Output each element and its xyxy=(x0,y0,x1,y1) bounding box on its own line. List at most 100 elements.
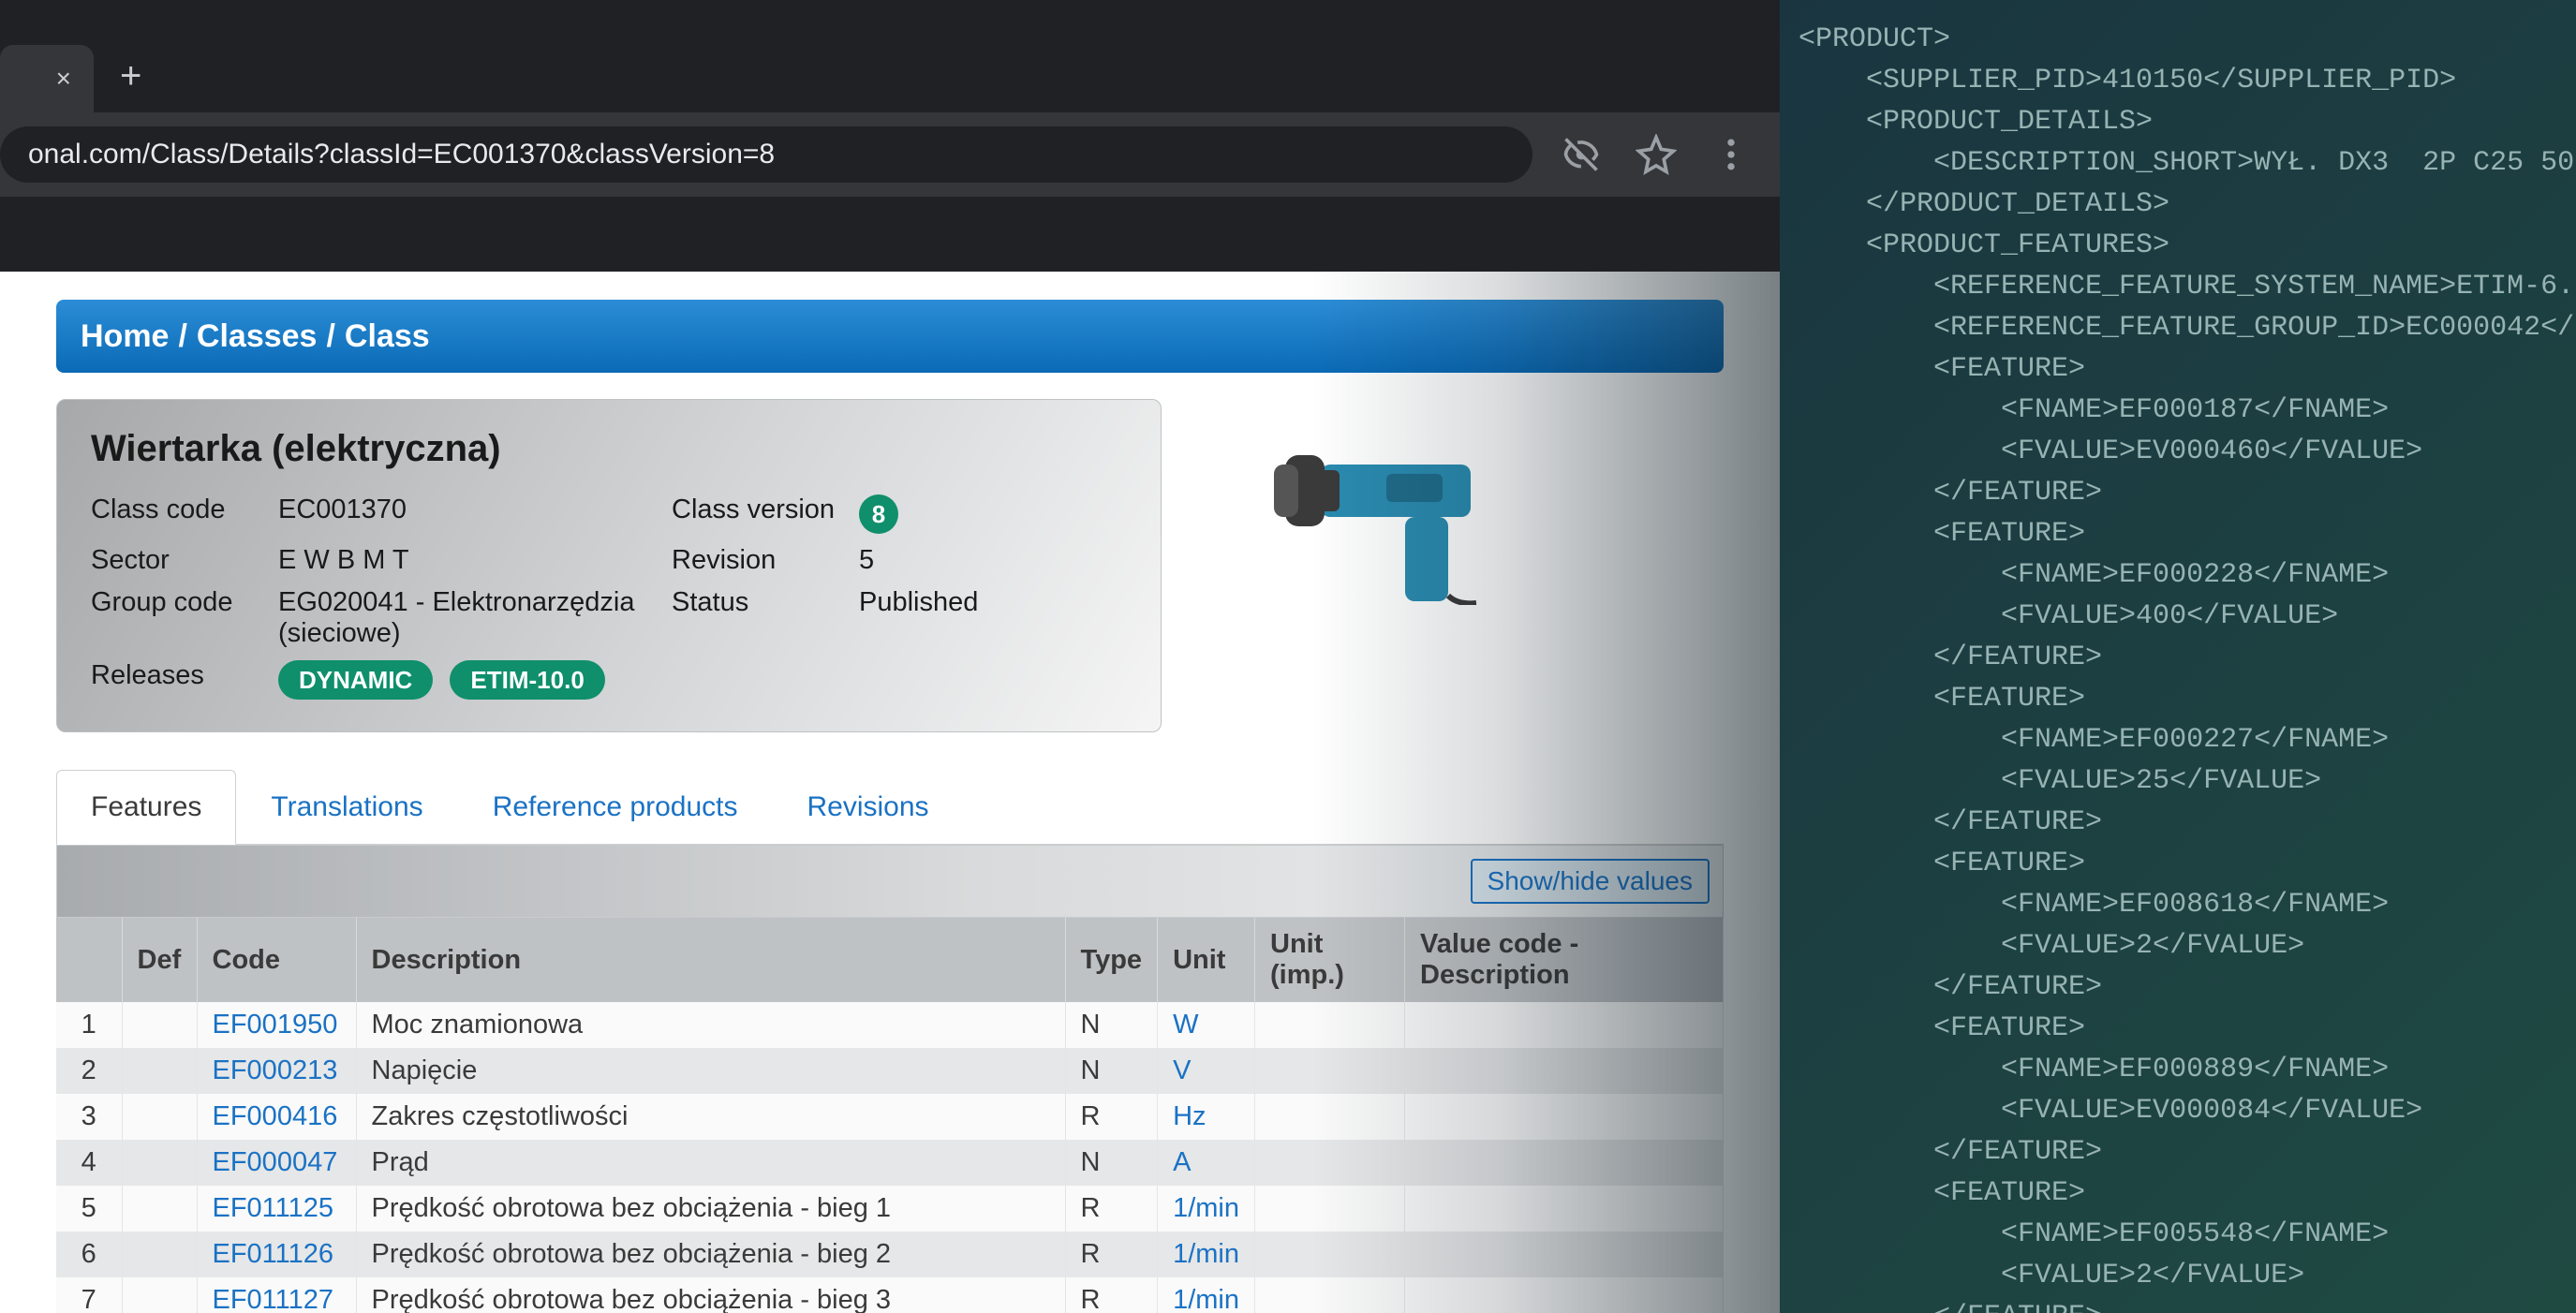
cell-value-desc xyxy=(1405,1094,1724,1140)
cell-unit-imp xyxy=(1255,1094,1405,1140)
value-class-code: EC001370 xyxy=(278,494,672,534)
close-icon[interactable]: × xyxy=(56,64,71,94)
tab-translations[interactable]: Translations xyxy=(236,770,457,844)
cell-code: EF011127 xyxy=(197,1277,356,1313)
cell-value-desc xyxy=(1405,1277,1724,1313)
table-toolbar: Show/hide values xyxy=(56,845,1724,918)
unit-link[interactable]: W xyxy=(1173,1010,1198,1040)
cell-unit-imp xyxy=(1255,1002,1405,1048)
cell-code: EF011126 xyxy=(197,1232,356,1277)
feature-code-link[interactable]: EF000047 xyxy=(213,1147,338,1177)
label-releases: Releases xyxy=(91,660,278,700)
tab-row: Features Translations Reference products… xyxy=(56,770,1724,845)
cell-type: N xyxy=(1065,1048,1158,1094)
cell-index: 7 xyxy=(56,1277,122,1313)
feature-code-link[interactable]: EF011126 xyxy=(213,1239,334,1269)
tab-reference-products[interactable]: Reference products xyxy=(458,770,773,844)
cell-def xyxy=(122,1002,197,1048)
cell-description: Prąd xyxy=(356,1140,1065,1186)
cell-code: EF000213 xyxy=(197,1048,356,1094)
cell-index: 3 xyxy=(56,1094,122,1140)
unit-link[interactable]: A xyxy=(1173,1147,1191,1177)
tab-features[interactable]: Features xyxy=(56,770,236,845)
unit-link[interactable]: V xyxy=(1173,1055,1191,1085)
feature-code-link[interactable]: EF011125 xyxy=(213,1193,334,1223)
cell-value-desc xyxy=(1405,1048,1724,1094)
cell-unit: A xyxy=(1158,1140,1255,1186)
cell-unit-imp xyxy=(1255,1048,1405,1094)
cell-description: Moc znamionowa xyxy=(356,1002,1065,1048)
features-table: Def Code Description Type Unit Unit (imp… xyxy=(56,918,1724,1313)
unit-link[interactable]: 1/min xyxy=(1173,1285,1239,1313)
cell-value-desc xyxy=(1405,1002,1724,1048)
cell-unit-imp xyxy=(1255,1186,1405,1232)
eye-off-icon[interactable] xyxy=(1561,134,1602,175)
cell-description: Napięcie xyxy=(356,1048,1065,1094)
url-text: onal.com/Class/Details?classId=EC001370&… xyxy=(28,139,775,170)
address-bar[interactable]: onal.com/Class/Details?classId=EC001370&… xyxy=(0,126,1532,183)
cell-code: EF001950 xyxy=(197,1002,356,1048)
table-row: 5EF011125Prędkość obrotowa bez obciążeni… xyxy=(56,1186,1724,1232)
cell-index: 4 xyxy=(56,1140,122,1186)
cell-description: Prędkość obrotowa bez obciążenia - bieg … xyxy=(356,1232,1065,1277)
feature-code-link[interactable]: EF001950 xyxy=(213,1010,338,1040)
kebab-menu-icon[interactable] xyxy=(1710,134,1752,175)
breadcrumb-home[interactable]: Home xyxy=(81,318,169,355)
unit-link[interactable]: 1/min xyxy=(1173,1193,1239,1223)
browser-tab-bar: × + xyxy=(0,0,1780,112)
th-type: Type xyxy=(1065,918,1158,1002)
label-revision: Revision xyxy=(672,545,859,576)
label-class-version: Class version xyxy=(672,494,859,534)
table-row: 1EF001950Moc znamionowaNW xyxy=(56,1002,1724,1048)
th-description: Description xyxy=(356,918,1065,1002)
th-unit: Unit xyxy=(1158,918,1255,1002)
breadcrumb: Home / Classes / Class xyxy=(56,300,1724,373)
cell-unit: W xyxy=(1158,1002,1255,1048)
tab-revisions[interactable]: Revisions xyxy=(773,770,964,844)
cell-code: EF000416 xyxy=(197,1094,356,1140)
cell-unit-imp xyxy=(1255,1140,1405,1186)
class-title: Wiertarka (elektryczna) xyxy=(91,428,1127,470)
cell-value-desc xyxy=(1405,1186,1724,1232)
new-tab-button[interactable]: + xyxy=(120,55,141,97)
cell-def xyxy=(122,1094,197,1140)
table-row: 3EF000416Zakres częstotliwościRHz xyxy=(56,1094,1724,1140)
unit-link[interactable]: 1/min xyxy=(1173,1239,1239,1269)
xml-code-panel: <PRODUCT> <SUPPLIER_PID>410150</SUPPLIER… xyxy=(1780,19,2576,1313)
release-badge-dynamic: DYNAMIC xyxy=(278,660,433,700)
cell-code: EF000047 xyxy=(197,1140,356,1186)
cell-code: EF011125 xyxy=(197,1186,356,1232)
cell-value-desc xyxy=(1405,1140,1724,1186)
th-index xyxy=(56,918,122,1002)
breadcrumb-classes[interactable]: Classes xyxy=(197,318,318,355)
product-image xyxy=(1199,399,1517,605)
cell-description: Prędkość obrotowa bez obciążenia - bieg … xyxy=(356,1277,1065,1313)
feature-code-link[interactable]: EF011127 xyxy=(213,1285,334,1313)
th-unit-imp: Unit (imp.) xyxy=(1255,918,1405,1002)
label-class-code: Class code xyxy=(91,494,278,534)
th-value-desc: Value code - Description xyxy=(1405,918,1724,1002)
label-status: Status xyxy=(672,587,859,649)
feature-code-link[interactable]: EF000213 xyxy=(213,1055,338,1085)
cell-type: R xyxy=(1065,1277,1158,1313)
cell-unit: Hz xyxy=(1158,1094,1255,1140)
show-hide-values-button[interactable]: Show/hide values xyxy=(1471,859,1710,904)
cell-def xyxy=(122,1277,197,1313)
feature-code-link[interactable]: EF000416 xyxy=(213,1101,338,1131)
value-class-version: 8 xyxy=(859,494,1065,534)
cell-type: R xyxy=(1065,1094,1158,1140)
browser-tab[interactable]: × xyxy=(0,45,94,112)
unit-link[interactable]: Hz xyxy=(1173,1101,1206,1131)
value-sector: E W B M T xyxy=(278,545,672,576)
cell-unit: V xyxy=(1158,1048,1255,1094)
cell-type: R xyxy=(1065,1232,1158,1277)
cell-unit: 1/min xyxy=(1158,1277,1255,1313)
cell-def xyxy=(122,1232,197,1277)
th-code: Code xyxy=(197,918,356,1002)
star-icon[interactable] xyxy=(1636,134,1677,175)
cell-index: 2 xyxy=(56,1048,122,1094)
table-row: 2 EF000213 NapięcieNV xyxy=(56,1048,1724,1094)
value-revision: 5 xyxy=(859,545,1065,576)
value-group-code: EG020041 - Elektronarzędzia (sieciowe) xyxy=(278,587,672,649)
cell-type: R xyxy=(1065,1186,1158,1232)
